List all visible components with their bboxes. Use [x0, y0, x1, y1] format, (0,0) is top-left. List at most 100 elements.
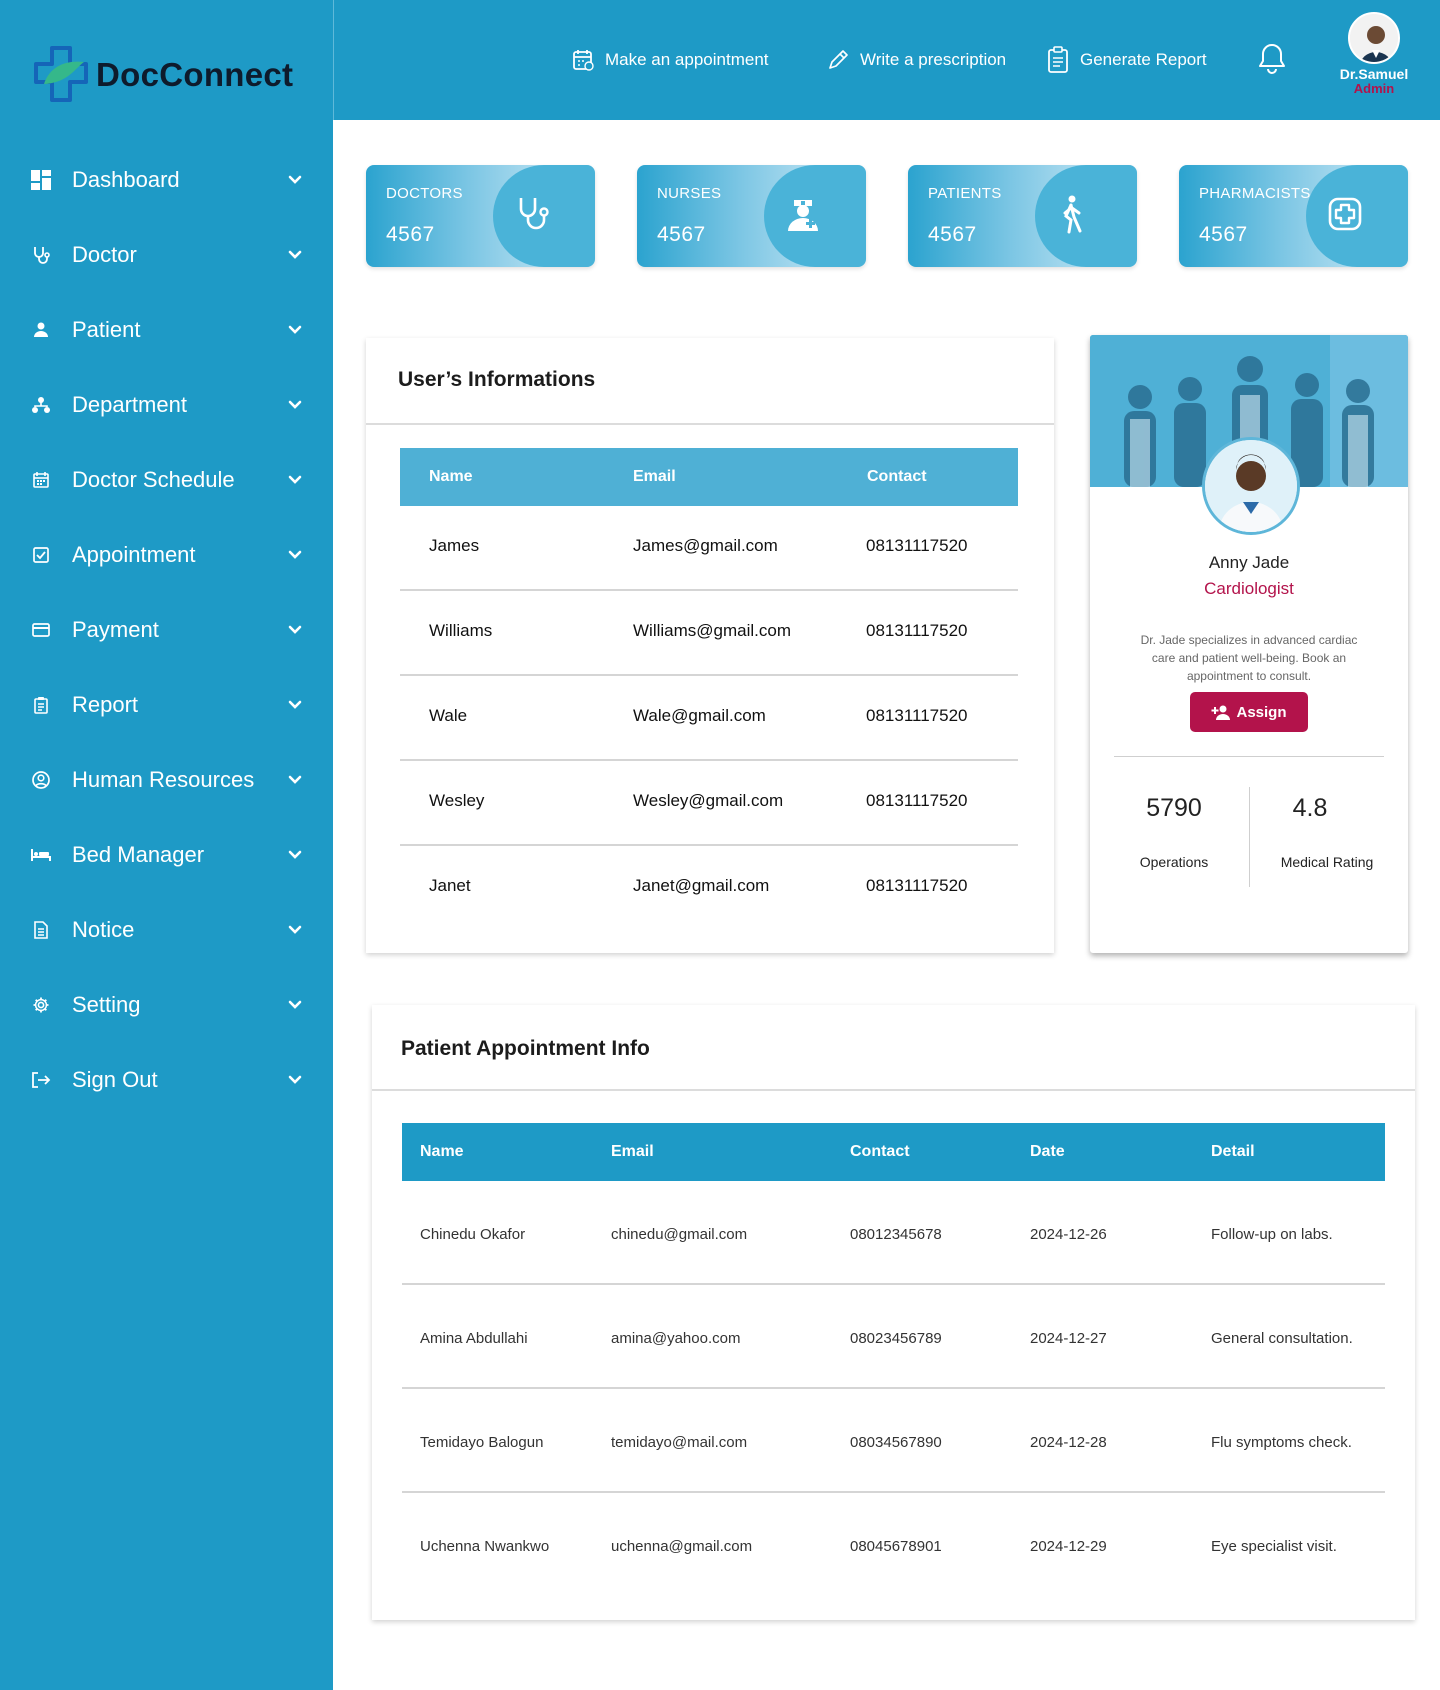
chevron-down-icon[interactable] [287, 397, 303, 413]
sidebar-item-setting[interactable]: Setting [0, 967, 333, 1042]
pencil-icon [824, 46, 852, 74]
table-row[interactable]: James James@gmail.com 08131117520 [400, 506, 1018, 591]
sidebar-item-doctor[interactable]: Doctor [0, 217, 333, 292]
chevron-down-icon[interactable] [287, 697, 303, 713]
stat-card-pharmacists[interactable]: PHARMACISTS 4567 [1179, 165, 1408, 267]
users-panel: User’s Informations Name Email Contact J… [366, 338, 1054, 953]
cell-email: temidayo@mail.com [611, 1434, 748, 1451]
cell-name: Temidayo Balogun [420, 1434, 544, 1451]
generate-report-button[interactable]: Generate Report [1044, 44, 1207, 76]
sidebar-item-label: Department [72, 391, 187, 417]
clipboard-icon [1044, 46, 1072, 74]
user-profile[interactable]: Dr.Samuel Admin [1324, 12, 1424, 96]
chevron-down-icon[interactable] [287, 547, 303, 563]
cell-name: Chinedu Okafor [420, 1226, 526, 1243]
chevron-down-icon[interactable] [287, 247, 303, 263]
sidebar-item-notice[interactable]: Notice [0, 892, 333, 967]
table-row[interactable]: Temidayo Balogun temidayo@mail.com 08034… [402, 1389, 1385, 1493]
sidebar-item-bed-manager[interactable]: Bed Manager [0, 817, 333, 892]
sidebar-item-label: Bed Manager [72, 841, 205, 867]
chevron-down-icon[interactable] [287, 922, 303, 938]
sign-out-icon [30, 1069, 52, 1091]
sidebar-item-appointment[interactable]: Appointment [0, 517, 333, 592]
doctor-avatar [1202, 437, 1300, 535]
chevron-down-icon[interactable] [287, 172, 303, 188]
chevron-down-icon[interactable] [287, 1072, 303, 1088]
sidebar-item-doctor-schedule[interactable]: Doctor Schedule [0, 442, 333, 517]
cell-contact: 08131117520 [866, 536, 968, 555]
cell-detail: General consultation. [1211, 1330, 1353, 1347]
cell-name: James [429, 536, 480, 555]
stat-card-nurses[interactable]: NURSES 4567 [637, 165, 866, 267]
add-user-icon [1211, 704, 1231, 720]
cell-email: Janet@gmail.com [633, 876, 770, 895]
assign-button[interactable]: Assign [1190, 692, 1308, 732]
chevron-down-icon[interactable] [287, 472, 303, 488]
rating-value: 4.8 [1292, 794, 1328, 822]
medical-cross-icon [1328, 197, 1362, 236]
doctor-profile-card: Anny Jade Cardiologist Dr. Jade speciali… [1090, 335, 1408, 953]
chevron-down-icon[interactable] [287, 772, 303, 788]
walking-person-icon [1057, 194, 1085, 239]
write-prescription-label: Write a prescription [860, 50, 1007, 69]
chevron-down-icon[interactable] [287, 322, 303, 338]
divider [372, 1089, 1415, 1091]
sidebar-item-department[interactable]: Department [0, 367, 333, 442]
sidebar-item-human-resources[interactable]: Human Resources [0, 742, 333, 817]
cell-name: Uchenna Nwankwo [420, 1538, 550, 1555]
sidebar-item-payment[interactable]: Payment [0, 592, 333, 667]
sidebar-item-patient[interactable]: Patient [0, 292, 333, 367]
write-prescription-button[interactable]: Write a prescription [824, 44, 1006, 76]
stat-label: NURSES [657, 185, 722, 202]
sidebar-item-label: Payment [72, 616, 159, 642]
sidebar-item-dashboard[interactable]: Dashboard [0, 142, 333, 217]
table-row[interactable]: Wale Wale@gmail.com 08131117520 [400, 676, 1018, 761]
cell-email: amina@yahoo.com [611, 1330, 741, 1347]
table-row[interactable]: Amina Abdullahi amina@yahoo.com 08023456… [402, 1285, 1385, 1389]
person-icon [30, 319, 52, 341]
cell-date: 2024-12-29 [1030, 1538, 1107, 1555]
medical-cross-logo-icon [30, 44, 92, 106]
appointments-panel: Patient Appointment Info Name Email Cont… [372, 1005, 1415, 1620]
user-circle-icon [30, 769, 52, 791]
cell-date: 2024-12-28 [1030, 1434, 1107, 1451]
cell-contact: 08131117520 [866, 876, 968, 895]
stat-icon-badge [1035, 165, 1137, 267]
cell-contact: 08131117520 [866, 791, 968, 810]
column-header-detail: Detail [1211, 1143, 1255, 1160]
column-header-contact: Contact [867, 468, 927, 485]
stat-icon-badge [493, 165, 595, 267]
sidebar-item-sign-out[interactable]: Sign Out [0, 1042, 333, 1117]
chevron-down-icon[interactable] [287, 622, 303, 638]
make-appointment-label: Make an appointment [605, 50, 769, 69]
table-row[interactable]: Wesley Wesley@gmail.com 08131117520 [400, 761, 1018, 846]
sidebar-item-label: Human Resources [72, 766, 255, 792]
sidebar-item-label: Setting [72, 991, 141, 1017]
doctor-description: Dr. Jade specializes in advanced cardiac… [1140, 633, 1358, 683]
cell-detail: Follow-up on labs. [1211, 1226, 1333, 1243]
brand-logo[interactable]: DocConnect [30, 42, 293, 108]
make-appointment-button[interactable]: Make an appointment [569, 44, 769, 76]
cell-date: 2024-12-26 [1030, 1226, 1107, 1243]
sidebar-item-label: Dashboard [72, 166, 180, 192]
table-row[interactable]: Chinedu Okafor chinedu@gmail.com 0801234… [402, 1181, 1385, 1285]
credit-card-icon [30, 619, 52, 641]
divider [366, 423, 1054, 425]
bell-icon[interactable] [1257, 42, 1291, 76]
sidebar-item-label: Notice [72, 916, 135, 942]
doctor-specialty: Cardiologist [1204, 579, 1294, 598]
table-row[interactable]: Uchenna Nwankwo uchenna@gmail.com 080456… [402, 1493, 1385, 1597]
cell-date: 2024-12-27 [1030, 1330, 1107, 1347]
table-row[interactable]: Janet Janet@gmail.com 08131117520 [400, 846, 1018, 931]
table-row[interactable]: Williams Williams@gmail.com 08131117520 [400, 591, 1018, 676]
stat-card-doctors[interactable]: DOCTORS 4567 [366, 165, 595, 267]
sidebar-item-report[interactable]: Report [0, 667, 333, 742]
chevron-down-icon[interactable] [287, 847, 303, 863]
calendar-icon [569, 46, 597, 74]
cell-detail: Flu symptoms check. [1211, 1434, 1352, 1451]
cell-email: Wesley@gmail.com [633, 791, 784, 810]
stat-card-patients[interactable]: PATIENTS 4567 [908, 165, 1137, 267]
operations-value: 5790 [1146, 794, 1202, 822]
chevron-down-icon[interactable] [287, 997, 303, 1013]
cell-contact: 08034567890 [850, 1434, 942, 1451]
